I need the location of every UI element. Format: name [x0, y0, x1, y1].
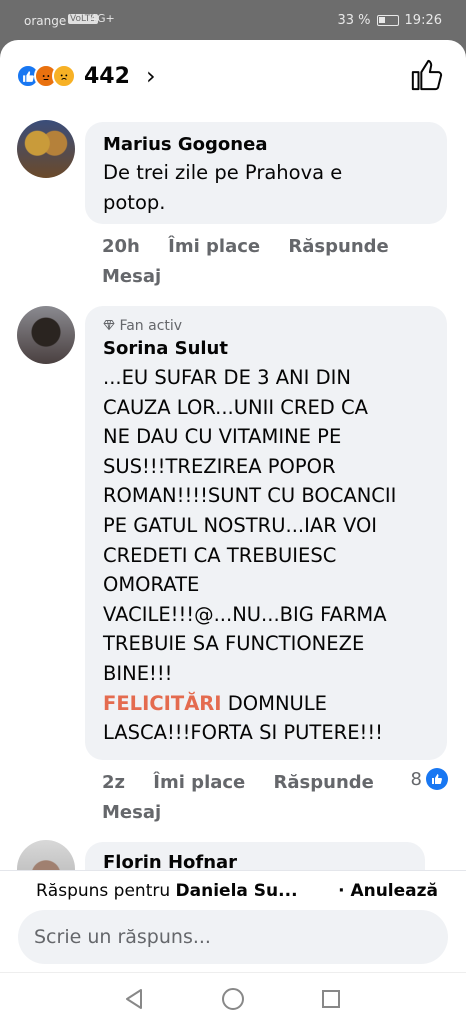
comment-reaction-count[interactable]: 8 [411, 768, 448, 790]
battery-icon [376, 15, 399, 26]
reply-target-label: Răspuns pentru Daniela Su... [36, 881, 298, 901]
avatar[interactable] [17, 120, 75, 178]
system-nav-bar [0, 972, 466, 1024]
reply-target-bar: Răspuns pentru Daniela Su... · Anulează [0, 870, 466, 910]
like-icon [426, 768, 448, 790]
comment-line: VACILE!!!@...NU...BIG FARMA [103, 602, 387, 626]
home-icon[interactable] [222, 988, 244, 1010]
reply-input[interactable] [34, 922, 434, 952]
reaction-count-number: 8 [410, 768, 422, 790]
carrier-name: orange [24, 14, 67, 28]
clock: 19:26 [404, 13, 442, 28]
comment-actions: 2z Îmi place Răspunde [102, 772, 396, 793]
like-button[interactable]: Îmi place [168, 236, 260, 257]
reaction-count: 442 [84, 63, 130, 89]
comment-line-rest: DOMNULE [221, 691, 327, 715]
like-button[interactable]: Îmi place [153, 772, 245, 793]
fan-badge-label: Fan activ [119, 318, 183, 334]
message-button[interactable]: Mesaj [102, 802, 161, 823]
comment-actions-row2: Mesaj [102, 266, 183, 287]
comment-author[interactable]: Sorina Sulut [103, 338, 228, 359]
comment-line: BINE!!! [103, 661, 173, 685]
comment-line: SUS!!!TREZIREA POPOR [103, 454, 336, 478]
comment-bubble: Marius Gogonea De trei zile pe Prahova e… [85, 122, 447, 224]
avatar[interactable] [17, 306, 75, 364]
reply-input-container[interactable] [18, 910, 448, 964]
comment-line: FELICITĂRI DOMNULE [103, 689, 396, 719]
status-right: 33 % 19:26 [338, 13, 443, 28]
back-icon[interactable] [124, 988, 144, 1010]
comment-line: De trei zile pe Prahova e [103, 161, 343, 184]
reactions-summary[interactable]: 442 › [16, 62, 156, 90]
comment-line: ...EU SUFAR DE 3 ANI DIN [103, 366, 351, 389]
reply-button[interactable]: Răspunde [274, 772, 374, 793]
comment-line: LASCA!!!FORTA SI PUTERE!!! [103, 721, 383, 745]
comment-time: 20h [102, 236, 140, 257]
comment-actions-row2: Mesaj [102, 802, 183, 823]
comment-text: De trei zile pe Prahova e potop. [103, 158, 342, 217]
battery-percent: 33 % [337, 13, 371, 28]
comment-line: CREDETI CA TREBUIESC [103, 543, 337, 567]
hashtag-link[interactable]: FELICITĂRI [103, 692, 222, 715]
comment-text: ...EU SUFAR DE 3 ANI DIN CAUZA LOR...UNI… [103, 363, 396, 748]
comment-line: OMORATE [103, 573, 200, 597]
comment-line: PE GATUL NOSTRU...IAR VOI [103, 513, 378, 537]
comment-time: 2z [102, 772, 126, 793]
comment-actions: 20h Îmi place Răspunde [102, 236, 411, 257]
comment-line: potop. [103, 190, 166, 214]
message-button[interactable]: Mesaj [102, 266, 161, 287]
sad-icon [52, 64, 76, 88]
like-thumb-icon[interactable] [410, 58, 444, 92]
signal-icon: 4G+ [90, 12, 115, 25]
reply-target-name: Daniela Su... [175, 881, 298, 901]
fan-badge: Fan activ [103, 318, 182, 334]
comment-line: NE DAU CU VITAMINE PE [103, 425, 342, 449]
reply-prefix: Răspuns pentru [36, 881, 176, 901]
cancel-reply-button[interactable]: · Anulează [338, 881, 438, 901]
comment-line: CAUZA LOR...UNII CRED CA [103, 395, 368, 419]
comment-line: TREBUIE SA FUNCTIONEZE [103, 632, 365, 656]
chevron-right-icon: › [145, 62, 156, 90]
reply-button[interactable]: Răspunde [288, 236, 388, 257]
diamond-icon [103, 320, 115, 331]
recent-apps-icon[interactable] [322, 990, 340, 1008]
comment-bubble: Fan activ Sorina Sulut ...EU SUFAR DE 3 … [85, 306, 447, 760]
comment-author[interactable]: Marius Gogonea [103, 134, 267, 155]
comments-sheet: 442 › Marius Gogonea De trei zile pe Pra… [0, 40, 466, 972]
comment-line: ROMAN!!!!SUNT CU BOCANCII [103, 484, 397, 508]
status-bar: orange VoLTE 4G+ 33 % 19:26 [0, 0, 466, 40]
